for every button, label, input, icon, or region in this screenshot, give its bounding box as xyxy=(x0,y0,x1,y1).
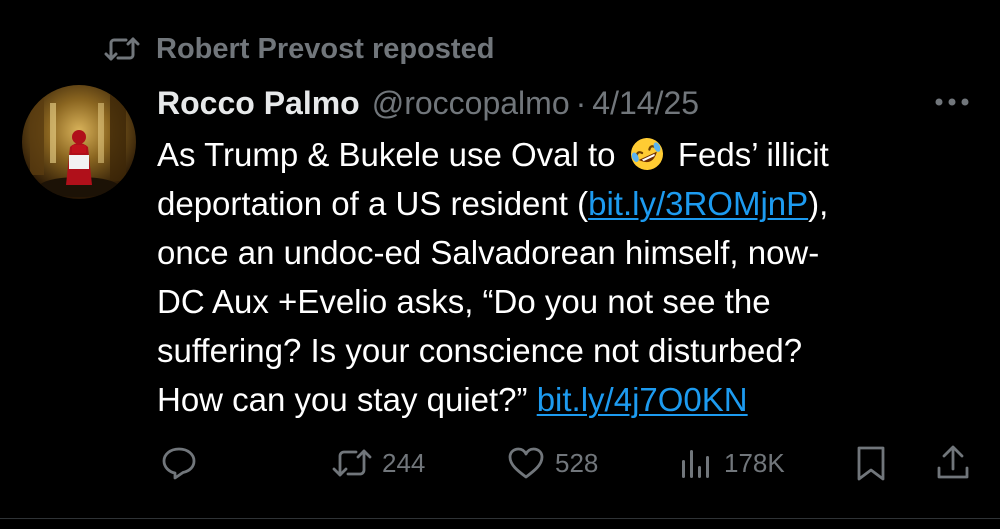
tweet-header: Rocco Palmo @roccopalmo · 4/14/25 xyxy=(157,80,699,126)
heart-icon xyxy=(507,446,545,480)
repost-banner[interactable]: Robert Prevost reposted xyxy=(102,30,494,68)
views-icon xyxy=(678,446,714,480)
tweet-text-segment: As Trump & Bukele use Oval to xyxy=(157,136,625,173)
avatar[interactable] xyxy=(22,85,136,199)
author-handle[interactable]: @roccopalmo xyxy=(372,85,570,122)
bookmark-button[interactable] xyxy=(854,440,888,486)
reply-icon xyxy=(160,445,198,481)
tweet-text-segment: ), xyxy=(808,185,829,222)
header-separator: · xyxy=(575,84,587,121)
tweet-text: As Trump & Bukele use Oval to Feds’ illi… xyxy=(157,130,987,424)
repost-icon xyxy=(102,34,142,64)
tweet-line: suffering? Is your conscience not distur… xyxy=(157,332,803,369)
tweet-line: DC Aux +Evelio asks, “Do you not see the xyxy=(157,283,771,320)
repost-banner-text: Robert Prevost reposted xyxy=(156,32,495,65)
divider xyxy=(0,518,1000,519)
like-button[interactable]: 528 xyxy=(507,440,598,486)
more-icon xyxy=(934,94,970,112)
tweet[interactable]: Robert Prevost reposted Rocco Palmo @roc… xyxy=(0,0,1000,529)
tweet-text-segment: How can you stay quiet?” xyxy=(157,381,537,418)
tweet-line: As Trump & Bukele use Oval to Feds’ illi… xyxy=(157,130,987,179)
tweet-line: once an undoc-ed Salvadorean himself, no… xyxy=(157,234,820,271)
share-icon xyxy=(935,444,971,482)
tweet-link-2[interactable]: bit.ly/4j7O0KN xyxy=(537,381,748,418)
tweet-date[interactable]: 4/14/25 xyxy=(592,85,699,122)
bookmark-icon xyxy=(854,444,888,482)
tweet-link-1[interactable]: bit.ly/3ROMjnP xyxy=(588,185,808,222)
rolling-on-the-floor-laughing-emoji xyxy=(629,136,665,172)
views-count: 178K xyxy=(724,447,785,478)
tweet-text-segment: deportation of a US resident ( xyxy=(157,185,589,222)
like-count: 528 xyxy=(555,447,599,478)
action-bar: 244 528 178K xyxy=(160,440,975,486)
repost-icon xyxy=(332,446,372,480)
share-button[interactable] xyxy=(935,440,971,486)
more-options-button[interactable] xyxy=(930,88,974,118)
repost-count: 244 xyxy=(382,447,426,478)
tweet-text-segment: Feds’ illicit xyxy=(668,136,829,173)
tweet-line: How can you stay quiet?” bit.ly/4j7O0KN xyxy=(157,375,987,424)
repost-button[interactable]: 244 xyxy=(332,440,425,486)
author-display-name[interactable]: Rocco Palmo xyxy=(157,85,360,122)
views-button[interactable]: 178K xyxy=(678,440,785,486)
reply-button[interactable] xyxy=(160,440,198,486)
tweet-line: deportation of a US resident (bit.ly/3RO… xyxy=(157,179,987,228)
